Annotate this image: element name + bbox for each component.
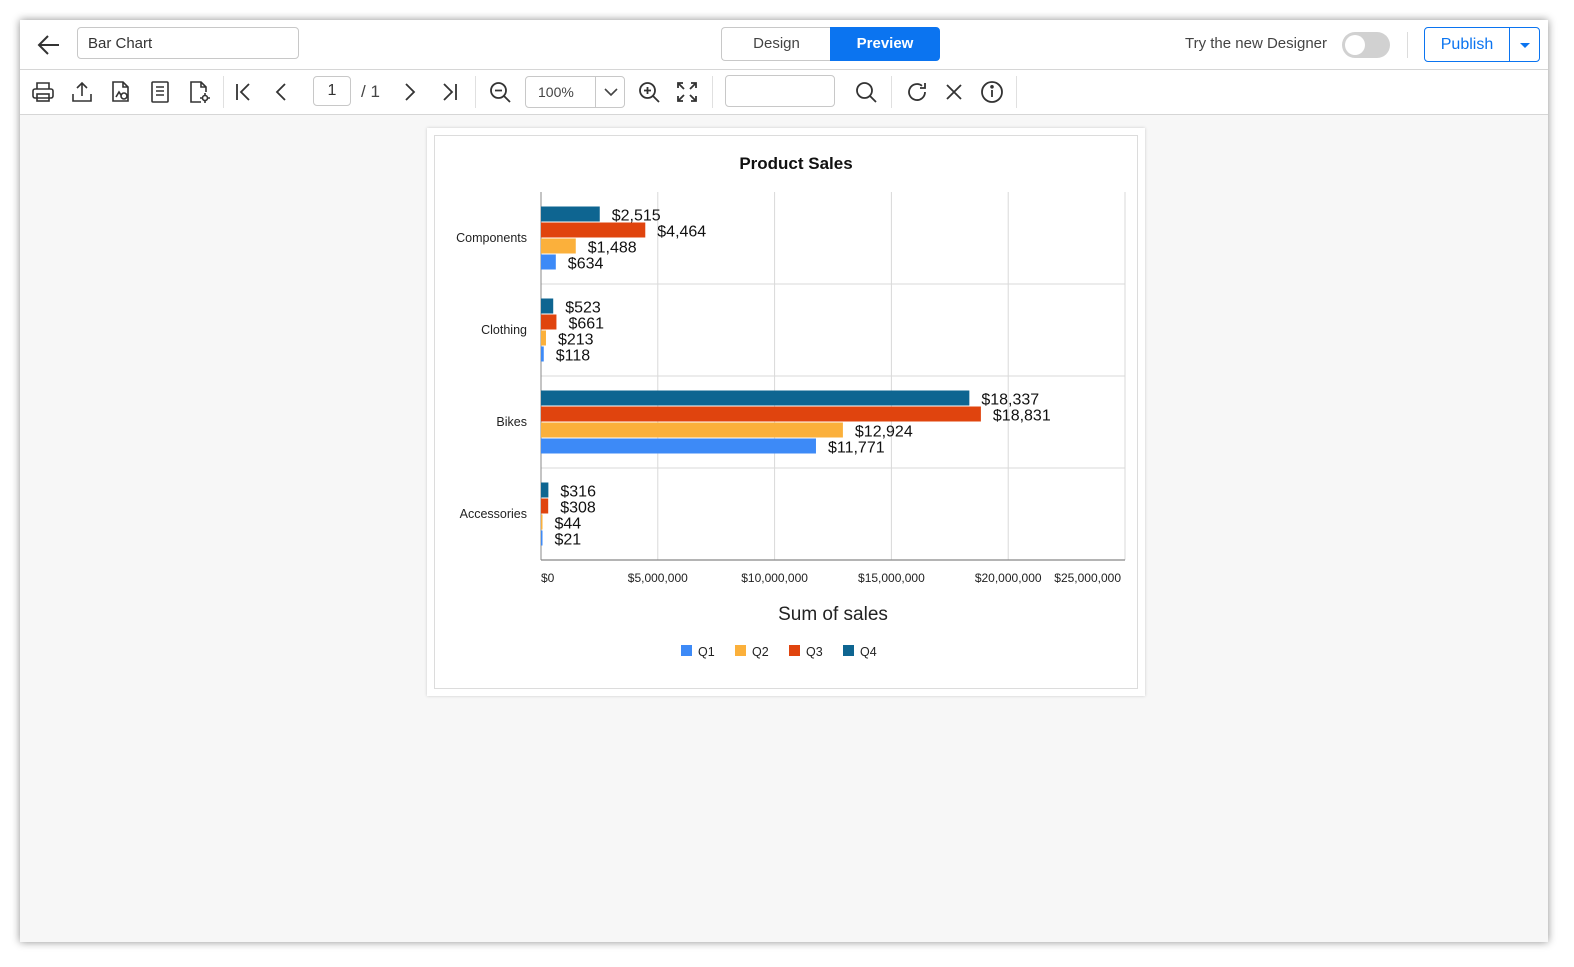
data-label: $2,515 [612, 208, 661, 225]
toolbar-divider [223, 76, 224, 108]
toolbar-divider [891, 76, 892, 108]
toolbar-divider [475, 76, 476, 108]
bar-q1 [541, 438, 816, 454]
bar-q1 [541, 346, 544, 362]
search-icon[interactable] [854, 80, 878, 104]
bar-q3 [541, 406, 981, 422]
zoom-value: 100% [538, 84, 574, 100]
header-divider [1407, 32, 1408, 58]
viewer-toolbar: / 1 100% [20, 70, 1548, 115]
toolbar-divider [1016, 76, 1017, 108]
report-viewer-window: Design Preview Try the new Designer Publ… [20, 20, 1548, 942]
data-label: $44 [555, 516, 582, 533]
bar-q1 [541, 254, 556, 270]
tab-design[interactable]: Design [721, 27, 831, 61]
publish-dropdown-button[interactable] [1509, 27, 1540, 62]
zoom-out-icon[interactable] [488, 80, 512, 104]
previous-page-icon[interactable] [270, 80, 294, 104]
export-icon[interactable] [70, 80, 94, 104]
try-new-designer-label: Try the new Designer [1185, 35, 1328, 52]
report-page: Product Sales $0 $5,000,000 $10,000,000 $15,… [427, 128, 1145, 696]
bar-q4 [541, 390, 970, 406]
data-label: $523 [565, 300, 601, 317]
data-label: $661 [568, 316, 604, 333]
zoom-select[interactable]: 100% [525, 76, 625, 108]
zoom-divider [595, 77, 596, 107]
bar-q2 [541, 330, 546, 346]
page-number-input[interactable] [313, 76, 351, 106]
report-name-input[interactable] [77, 27, 299, 59]
x-tick-label: $5,000,000 [628, 571, 688, 585]
data-label: $18,337 [981, 392, 1039, 409]
legend-swatch-q1 [681, 645, 692, 656]
back-arrow-icon[interactable] [34, 30, 64, 60]
data-label: $213 [558, 332, 594, 349]
info-icon[interactable] [980, 80, 1004, 104]
chevron-down-icon [604, 88, 618, 97]
page-setup-icon[interactable] [109, 80, 133, 104]
first-page-icon[interactable] [232, 80, 256, 104]
chart-title: Product Sales [739, 154, 852, 173]
y-category-label: Bikes [496, 415, 527, 429]
x-tick-label: $25,000,000 [1054, 571, 1121, 585]
data-label: $18,831 [993, 408, 1051, 425]
parameters-icon[interactable] [187, 80, 211, 104]
x-tick-label: $15,000,000 [858, 571, 925, 585]
bar-q2 [541, 514, 543, 530]
legend-label: Q4 [860, 645, 877, 659]
zoom-in-icon[interactable] [637, 80, 661, 104]
data-label: $118 [556, 348, 591, 365]
data-label: $12,924 [855, 424, 913, 441]
x-tick-label: $20,000,000 [975, 571, 1042, 585]
bar-q2 [541, 238, 576, 254]
legend-label: Q2 [752, 645, 769, 659]
bar-q4 [541, 482, 549, 498]
bar-q3 [541, 314, 557, 330]
tab-preview[interactable]: Preview [830, 27, 940, 61]
bar-q4 [541, 298, 554, 314]
y-category-label: Components [456, 231, 527, 245]
legend-swatch-q4 [843, 645, 854, 656]
bar-q1 [541, 530, 543, 546]
legend-swatch-q3 [789, 645, 800, 656]
search-input[interactable] [725, 75, 835, 107]
last-page-icon[interactable] [437, 80, 461, 104]
y-category-label: Clothing [481, 323, 527, 337]
x-tick-label: $10,000,000 [741, 571, 808, 585]
print-icon[interactable] [31, 80, 55, 104]
next-page-icon[interactable] [397, 80, 421, 104]
x-axis-title: Sum of sales [778, 604, 888, 625]
legend-label: Q1 [698, 645, 715, 659]
refresh-icon[interactable] [905, 80, 929, 104]
data-label: $11,771 [828, 440, 885, 457]
close-icon[interactable] [942, 80, 966, 104]
legend-swatch-q2 [735, 645, 746, 656]
new-designer-toggle[interactable] [1342, 32, 1390, 58]
toggle-knob [1345, 35, 1365, 55]
header-bar: Design Preview Try the new Designer Publ… [20, 20, 1548, 70]
toolbar-divider [712, 76, 713, 108]
data-label: $308 [560, 500, 596, 517]
print-layout-icon[interactable] [148, 80, 172, 104]
y-category-label: Accessories [460, 507, 527, 521]
data-label: $316 [560, 484, 596, 501]
chart-container: Product Sales $0 $5,000,000 $10,000,000 $15,… [434, 135, 1138, 689]
bar-q2 [541, 422, 843, 438]
bar-q3 [541, 498, 549, 514]
caret-down-icon [1520, 43, 1530, 48]
bar-q4 [541, 206, 600, 222]
data-label: $1,488 [588, 240, 637, 257]
data-label: $634 [568, 256, 604, 273]
fit-page-icon[interactable] [675, 80, 699, 104]
x-tick-label: $0 [541, 571, 555, 585]
data-label: $21 [555, 532, 582, 549]
bar-chart: Product Sales $0 $5,000,000 $10,000,000 $15,… [456, 154, 1126, 659]
publish-button[interactable]: Publish [1424, 27, 1510, 62]
bar-q3 [541, 222, 646, 238]
page-total-label: / 1 [361, 82, 380, 101]
legend-label: Q3 [806, 645, 823, 659]
data-label: $4,464 [657, 224, 706, 241]
